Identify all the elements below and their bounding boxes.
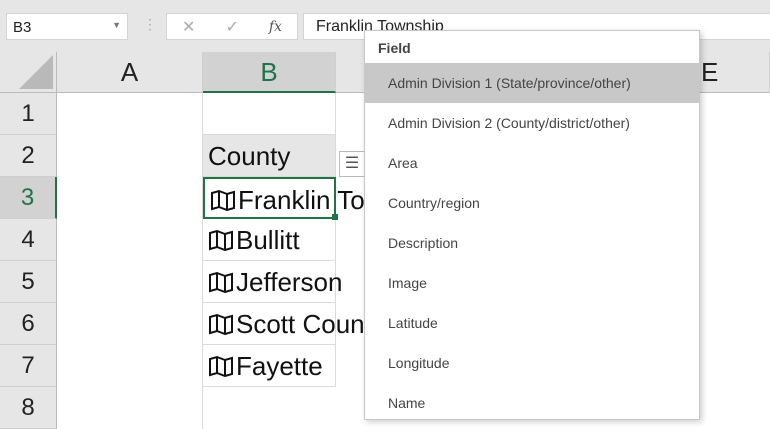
menu-item-area[interactable]: Area xyxy=(365,143,699,183)
row-header-6[interactable]: 6 xyxy=(0,303,57,345)
name-box-value: B3 xyxy=(13,19,32,36)
row-header-1[interactable]: 1 xyxy=(0,93,57,135)
menu-item-admin-division-2[interactable]: Admin Division 2 (County/district/other) xyxy=(365,103,699,143)
fill-handle[interactable] xyxy=(332,214,338,220)
cancel-icon[interactable]: ✕ xyxy=(182,17,195,37)
cell-b3[interactable]: Franklin Township xyxy=(203,177,446,219)
column-a-cells[interactable] xyxy=(57,93,203,429)
geography-map-icon xyxy=(209,313,233,335)
column-header-a[interactable]: A xyxy=(57,52,203,93)
menu-item-name[interactable]: Name xyxy=(365,383,699,423)
formula-buttons: ✕ ✓ fx xyxy=(166,13,298,40)
cell-b5[interactable]: Jefferson xyxy=(203,261,342,303)
geography-map-icon xyxy=(211,189,235,211)
cell-b1[interactable] xyxy=(203,93,336,135)
cell-value: Fayette xyxy=(236,351,323,381)
cell-value: Bullitt xyxy=(236,225,300,255)
field-dropdown-menu: Field Admin Division 1 (State/province/o… xyxy=(364,30,700,420)
row-header-5[interactable]: 5 xyxy=(0,261,57,303)
column-header-b[interactable]: B xyxy=(203,52,336,93)
geography-map-icon xyxy=(209,229,233,251)
menu-item-image[interactable]: Image xyxy=(365,263,699,303)
chevron-down-icon[interactable]: ▼ xyxy=(112,20,121,30)
geography-map-icon xyxy=(209,355,233,377)
drag-handle-icon: ⋮ xyxy=(143,16,157,32)
row-header-4[interactable]: 4 xyxy=(0,219,57,261)
insert-function-icon[interactable]: fx xyxy=(269,19,282,35)
cell-value: Scott County xyxy=(236,309,385,339)
insert-data-icon[interactable]: ☰ xyxy=(339,151,365,177)
menu-item-country-region[interactable]: Country/region xyxy=(365,183,699,223)
name-box[interactable]: B3 ▼ xyxy=(6,13,128,40)
cell-b7[interactable]: Fayette xyxy=(203,345,336,387)
cell-value: Jefferson xyxy=(236,267,343,297)
cell-b2[interactable]: County xyxy=(203,135,336,177)
row-header-8[interactable]: 8 xyxy=(0,387,57,429)
enter-icon[interactable]: ✓ xyxy=(225,17,238,37)
row-header-7[interactable]: 7 xyxy=(0,345,57,387)
select-all-button[interactable] xyxy=(0,52,57,93)
menu-item-description[interactable]: Description xyxy=(365,223,699,263)
menu-title: Field xyxy=(378,40,411,56)
cell-b4[interactable]: Bullitt xyxy=(203,219,336,261)
menu-item-latitude[interactable]: Latitude xyxy=(365,303,699,343)
menu-item-admin-division-1[interactable]: Admin Division 1 (State/province/other) xyxy=(365,63,699,103)
cell-b6[interactable]: Scott County xyxy=(203,303,385,345)
geography-map-icon xyxy=(209,271,233,293)
row-header-2[interactable]: 2 xyxy=(0,135,57,177)
row-header-3[interactable]: 3 xyxy=(0,177,57,219)
menu-item-longitude[interactable]: Longitude xyxy=(365,343,699,383)
